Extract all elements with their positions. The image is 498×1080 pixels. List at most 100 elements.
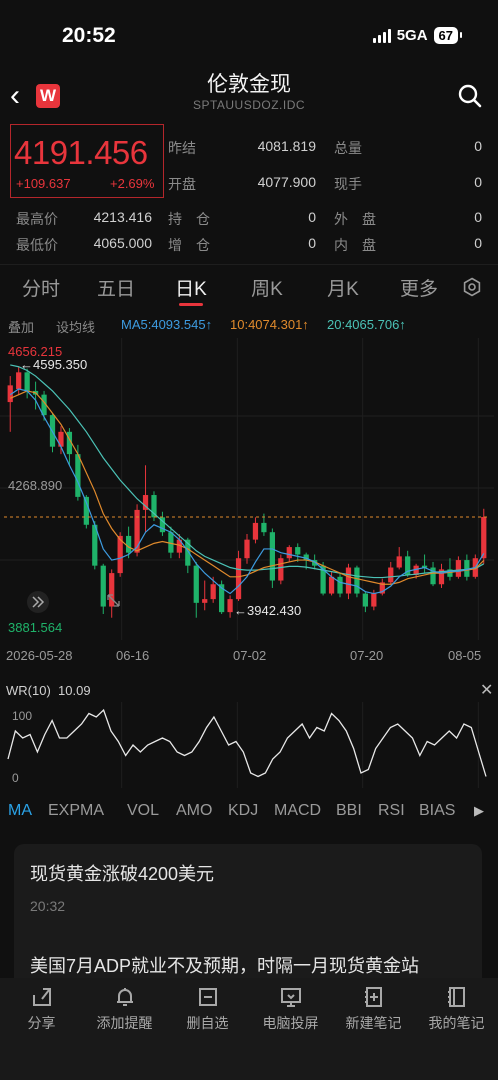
wr-name: WR(10) [6, 683, 51, 698]
tab-weekly-k[interactable]: 周K [237, 274, 297, 301]
candle-body [227, 599, 233, 613]
wr-value: 10.09 [58, 683, 91, 698]
quote-label: 内 盘 [334, 237, 376, 253]
candle [193, 561, 199, 618]
wr-chart: 100 0 [7, 702, 487, 788]
candle [269, 528, 275, 588]
more-indicators-icon[interactable]: ▶ [474, 803, 484, 819]
add-alert-button[interactable]: 添加提醒 [83, 985, 166, 1033]
indicator-tab-amo[interactable]: AMO [176, 802, 212, 820]
divider [0, 264, 498, 265]
quote-value: 0 [308, 209, 316, 225]
candle [252, 517, 259, 544]
candle-body [345, 567, 352, 594]
bell-icon [116, 988, 133, 1006]
quote-value: 4213.416 [93, 209, 152, 225]
my-notes-button[interactable]: 我的笔记 [415, 985, 498, 1033]
quote-label: 持 仓 [168, 211, 210, 227]
quote-label: 最高价 [16, 211, 58, 227]
candle [159, 511, 166, 536]
candle [337, 573, 343, 598]
candle [219, 580, 225, 614]
settings-icon[interactable] [462, 277, 482, 297]
news-time: 20:32 [30, 898, 66, 914]
indicator-tab-bbi[interactable]: BBI [336, 802, 362, 820]
cast-to-pc-button[interactable]: 电脑投屏 [249, 985, 332, 1033]
high-annotation: ←4595.350 [20, 357, 87, 372]
candle [24, 368, 30, 399]
indicator-tab-expma[interactable]: EXPMA [48, 802, 104, 820]
wr-bottom-label: 0 [12, 771, 19, 785]
candle-body [354, 567, 360, 594]
tab-more[interactable]: 更多 [389, 274, 449, 301]
candle-body [362, 593, 369, 607]
new-note-label: 新建笔记 [345, 1015, 402, 1031]
candle [100, 563, 106, 614]
minus-square-icon [198, 988, 217, 1006]
candle [388, 561, 394, 585]
wr-top-label: 100 [12, 709, 32, 723]
active-tab-indicator [179, 303, 203, 306]
price-change: +109.637 [16, 176, 71, 191]
candle-body [244, 539, 250, 559]
candle [66, 428, 73, 466]
quote-value: 4081.819 [257, 138, 316, 154]
tab-five-day[interactable]: 五日 [86, 274, 146, 301]
new-note-button[interactable]: 新建笔记 [332, 985, 415, 1033]
quote-label: 最低价 [16, 237, 58, 253]
candlestick-chart[interactable]: 4656.215 4268.890 3881.564 ←4595.350 ←39… [0, 338, 498, 640]
fast-forward-icon[interactable] [27, 591, 49, 613]
indicator-tab-macd[interactable]: MACD [274, 802, 321, 820]
candle-body [125, 535, 132, 553]
x-tick: 07-02 [233, 648, 267, 663]
candle [227, 595, 233, 618]
candle-body [371, 593, 377, 607]
quote-label: 总量 [334, 140, 362, 156]
candle [379, 578, 385, 596]
set-ma-button[interactable]: 设均线 [56, 317, 95, 336]
overlay-button[interactable]: 叠加 [8, 317, 34, 336]
status-indicators: 5GA 67 [372, 27, 463, 44]
candle [244, 534, 250, 564]
news-headline[interactable]: 现货黄金涨破4200美元 [30, 860, 214, 886]
indicator-tab-rsi[interactable]: RSI [378, 802, 405, 820]
ma20-value: 20:4065.706↑ [327, 317, 406, 332]
notebook-icon [447, 987, 465, 1007]
tab-monthly-k[interactable]: 月K [313, 274, 373, 301]
candle-body [278, 558, 284, 581]
candle-body [109, 573, 115, 607]
indicator-tab-bias[interactable]: BIAS [419, 802, 455, 820]
candle-body [252, 522, 259, 540]
candle-body [75, 454, 81, 497]
candle [7, 376, 13, 432]
candle-body [455, 560, 462, 577]
instrument-code: SPTAUUSDOZ.IDC [192, 98, 306, 112]
monitor-icon [280, 988, 301, 1007]
quote-value: 0 [474, 174, 482, 190]
status-time: 20:52 [62, 24, 116, 47]
candle [396, 547, 402, 570]
candle [295, 543, 301, 562]
close-icon[interactable]: ✕ [480, 680, 493, 700]
search-icon[interactable] [458, 84, 482, 108]
candle-body [202, 599, 208, 603]
share-button[interactable]: 分享 [0, 985, 83, 1033]
indicator-tab-ma[interactable]: MA [8, 802, 32, 820]
candle [142, 465, 149, 533]
tab-intraday[interactable]: 分时 [11, 274, 71, 301]
indicator-tab-kdj[interactable]: KDJ [228, 802, 258, 820]
candle [447, 558, 453, 581]
add-alert-label: 添加提醒 [96, 1015, 153, 1031]
signal-icon [372, 28, 391, 43]
candle-body [388, 567, 394, 583]
candle [421, 554, 428, 574]
tab-daily-k[interactable]: 日K [161, 274, 221, 301]
indicator-tab-vol[interactable]: VOL [127, 802, 159, 820]
candle-body [337, 576, 343, 594]
candle [83, 495, 89, 529]
candle [438, 563, 445, 588]
candle-body [235, 558, 242, 600]
remove-watchlist-button[interactable]: 删自选 [166, 985, 249, 1033]
news-headline[interactable]: 美国7月ADP就业不及预期，时隔一月现货黄金站 [30, 952, 480, 978]
x-tick: 08-05 [448, 648, 482, 663]
